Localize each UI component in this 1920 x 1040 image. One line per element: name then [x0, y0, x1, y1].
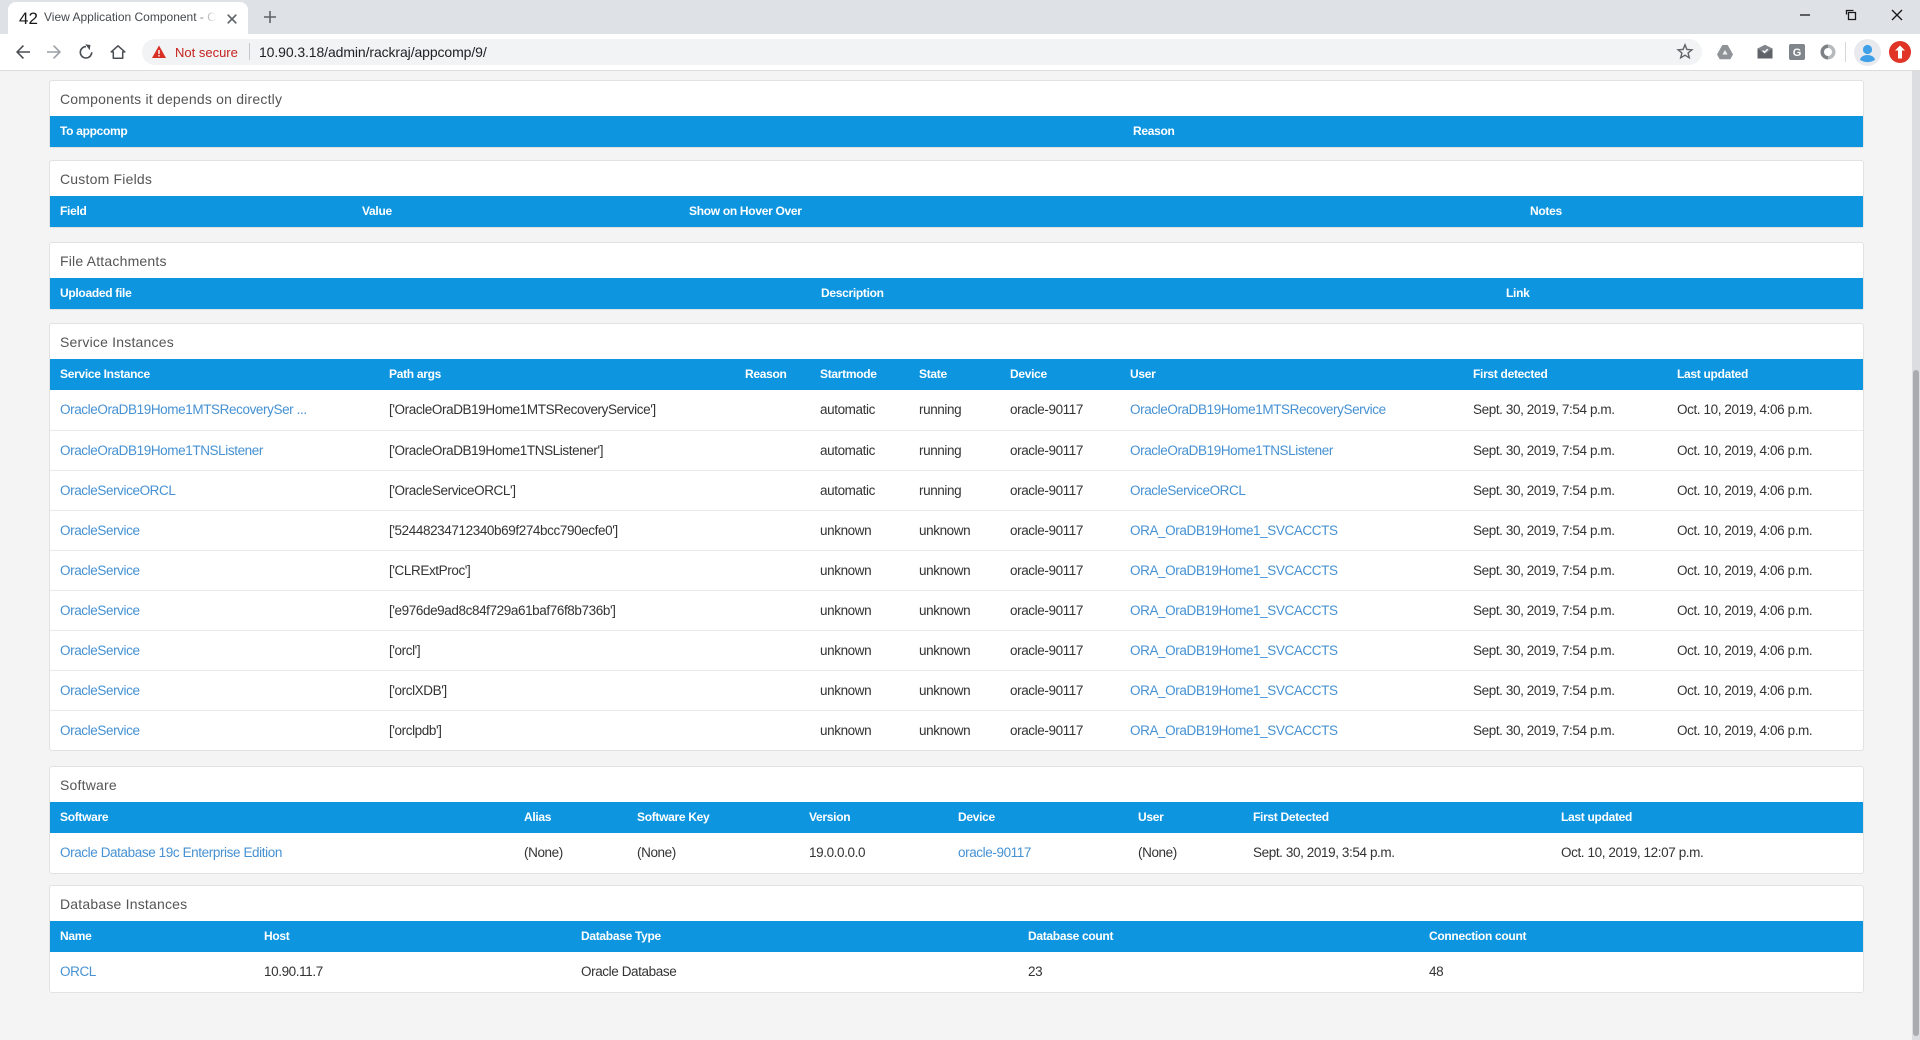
svg-text:G: G [1793, 47, 1802, 59]
